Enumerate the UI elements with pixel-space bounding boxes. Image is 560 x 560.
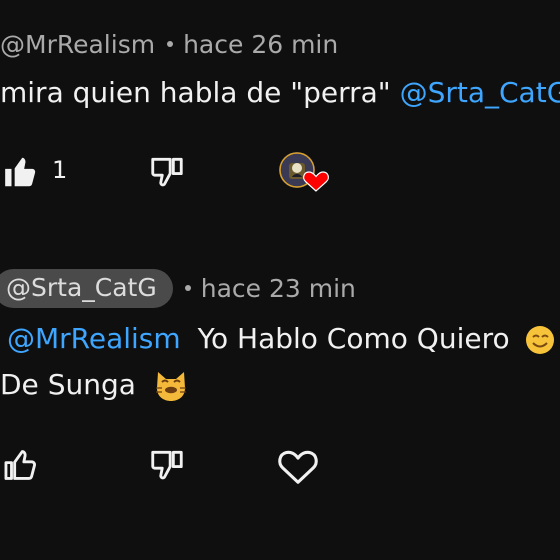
thumbs-up-icon	[5, 157, 36, 187]
comment-meta: @MrRealism hace 26 min	[0, 24, 560, 64]
separator-dot	[184, 285, 191, 291]
dislike-button[interactable]	[148, 445, 186, 485]
comment-meta: @Srta_CatG hace 23 min	[0, 268, 560, 308]
dislike-button[interactable]	[148, 152, 186, 192]
mention-link[interactable]: @Srta_CatG	[400, 76, 560, 109]
thumbs-down-icon	[151, 450, 183, 480]
comment-body-line2: De Sunga	[0, 368, 136, 401]
like-button[interactable]	[2, 152, 40, 192]
comments-screen: @MrRealism hace 26 min mira quien habla …	[0, 0, 560, 560]
comment-author[interactable]: @MrRealism	[0, 30, 155, 59]
comment-item: @Srta_CatG hace 23 min @MrRealism Yo Hab…	[0, 268, 560, 484]
heart-icon	[278, 450, 318, 484]
mention-link[interactable]: @MrRealism	[7, 322, 181, 355]
comment-text: mira quien habla de "perra" @Srta_CatG	[0, 70, 560, 116]
creator-heart-button[interactable]	[276, 152, 332, 192]
creator-avatar-heart-icon	[279, 152, 329, 192]
comment-body-line1: Yo Hablo Como Quiero	[197, 322, 510, 355]
separator-dot	[167, 41, 174, 47]
thumbs-down-icon	[151, 157, 183, 187]
comment-body: mira quien habla de "perra"	[0, 76, 391, 109]
like-count: 1	[52, 156, 68, 184]
smiling-cat-emoji-icon	[155, 372, 186, 401]
thumbs-up-outline-icon	[4, 450, 36, 480]
heart-button[interactable]	[276, 445, 320, 485]
comment-author-chip[interactable]: @Srta_CatG	[0, 268, 173, 308]
comment-time: hace 26 min	[183, 29, 339, 59]
smiling-face-emoji-icon	[525, 326, 554, 354]
comment-time: hace 23 min	[200, 273, 356, 303]
like-button[interactable]	[2, 445, 40, 485]
comment-text: @MrRealism Yo Hablo Como Quiero De Sunga	[0, 316, 560, 408]
comment-item: @MrRealism hace 26 min mira quien habla …	[0, 24, 560, 192]
